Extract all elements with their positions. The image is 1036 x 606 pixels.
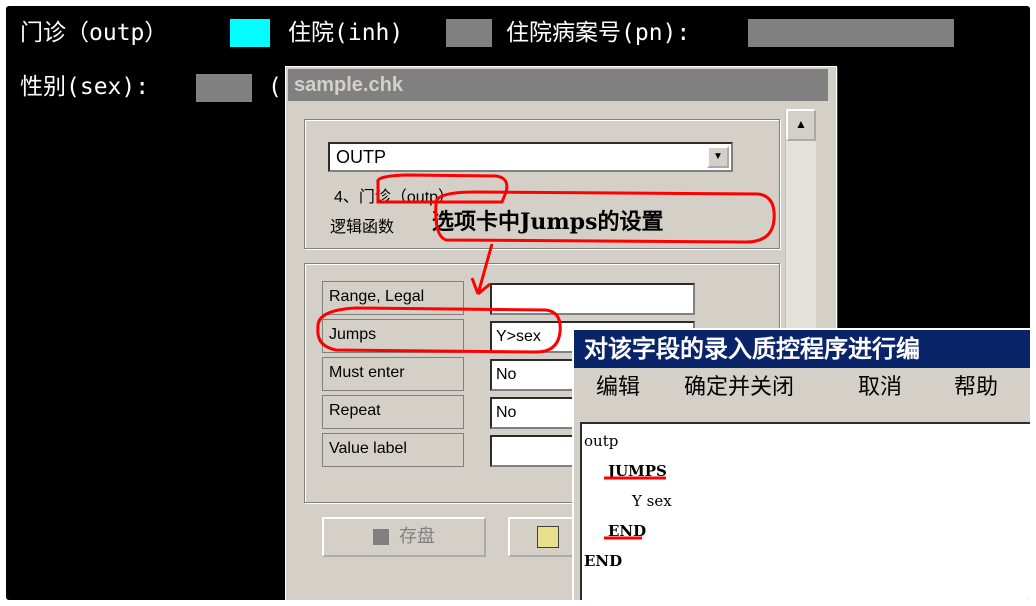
inh-field[interactable] (446, 19, 492, 47)
code-textarea[interactable]: outp JUMPS Y sex END END (580, 422, 1030, 600)
floppy-icon (373, 529, 389, 546)
code-line-5: END (584, 552, 623, 570)
range-legal-label: Range, Legal (322, 281, 464, 315)
jumps-label: Jumps (322, 319, 464, 353)
menu-confirm-close[interactable]: 确定并关闭 (684, 368, 794, 408)
sex-label: 性别(sex): (20, 74, 150, 100)
code-editor-window: 对该字段的录入质控程序进行编 编辑 确定并关闭 取消 帮助 outp JUMPS… (572, 328, 1030, 600)
logic-func-label: 逻辑函数 (330, 219, 395, 236)
callout-text: 选项卡中Jumps的设置 (432, 209, 664, 235)
sex-field[interactable] (196, 74, 252, 102)
save-button-label: 存盘 (399, 526, 435, 546)
dialog-title: sample.chk (288, 69, 828, 101)
code-line-1: outp (584, 432, 619, 450)
edit-icon (537, 526, 559, 549)
outp-field[interactable] (230, 19, 270, 47)
menu-edit[interactable]: 编辑 (596, 368, 640, 408)
range-legal-input[interactable] (490, 283, 695, 315)
code-line-3: Y sex (632, 492, 672, 510)
scroll-up-icon[interactable]: ▲ (786, 109, 816, 141)
code-line-2: JUMPS (608, 462, 667, 480)
editor-title: 对该字段的录入质控程序进行编 (574, 330, 1030, 368)
pn-field[interactable] (748, 19, 954, 47)
inh-label: 住院(inh) (288, 20, 404, 46)
paren-text: ( (268, 74, 282, 100)
field-combo[interactable]: OUTP ▼ (328, 142, 733, 172)
repeat-label: Repeat (322, 395, 464, 429)
chevron-down-icon[interactable]: ▼ (707, 146, 729, 168)
combo-value: OUTP (336, 147, 387, 167)
outp-label: 门诊（outp） (20, 20, 168, 46)
value-label-label: Value label (322, 433, 464, 467)
menu-help[interactable]: 帮助 (954, 368, 998, 408)
editor-menu: 编辑 确定并关闭 取消 帮助 (574, 368, 1030, 408)
code-line-4: END (608, 522, 647, 540)
must-enter-label: Must enter (322, 357, 464, 391)
screenshot-frame: 门诊（outp） 住院(inh) 住院病案号(pn): 性别(sex): ( s… (6, 6, 1030, 600)
pn-label: 住院病案号(pn): (506, 20, 691, 46)
menu-cancel[interactable]: 取消 (858, 368, 902, 408)
save-button[interactable]: 存盘 (322, 517, 486, 557)
